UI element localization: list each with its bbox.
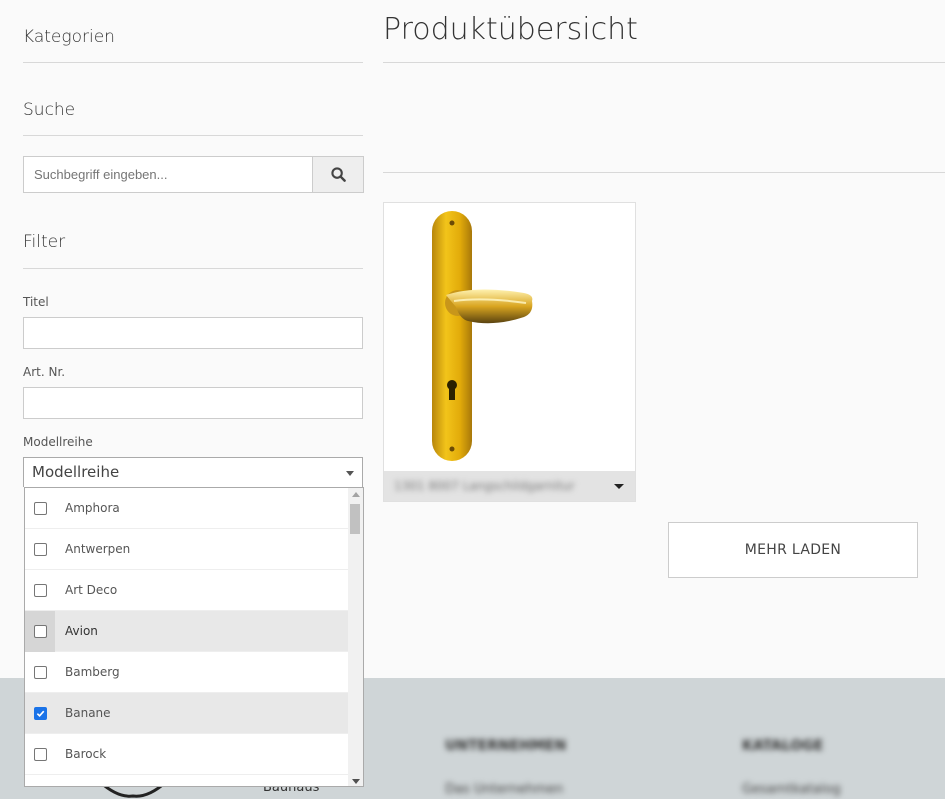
series-option[interactable]: Art Deco [25,570,349,611]
sidebar: Kategorien [23,0,363,63]
scroll-down-icon[interactable] [352,779,360,784]
series-checkbox[interactable] [33,542,47,556]
title-input[interactable] [23,317,363,349]
footer-heading-company: UNTERNEHMEN [445,738,567,754]
search-button[interactable] [313,156,364,193]
divider [23,268,363,269]
footer-link-company[interactable]: Das Unternehmen [445,782,563,797]
product-image [432,211,533,461]
footer-heading-catalogs: KATALOGE [742,738,824,754]
search-heading: Suche [23,100,76,120]
series-option[interactable]: Antwerpen [25,529,349,570]
artnr-input[interactable] [23,387,363,419]
scrollbar[interactable] [348,488,363,786]
artnr-label: Art. Nr. [23,365,66,379]
search-icon [330,167,346,182]
categories-heading[interactable]: Kategorien [23,0,363,63]
product-card[interactable]: 1301 8007 Langschildgarnitur [383,202,636,502]
checkbox-cell [25,610,55,652]
series-option[interactable]: Barock [25,734,349,775]
scroll-up-icon[interactable] [352,492,360,497]
checkbox-cell [25,488,55,529]
search-input[interactable] [23,156,313,193]
title-label: Titel [23,295,49,309]
series-checkbox[interactable] [33,706,47,720]
series-option[interactable]: Avion [25,610,349,652]
divider [383,62,945,63]
series-checkbox[interactable] [33,501,47,515]
caret-down-icon [346,471,354,476]
divider [383,172,945,173]
divider [23,135,363,136]
caret-down-icon[interactable] [614,484,624,489]
series-option-label: Antwerpen [65,542,131,556]
series-dropdown[interactable]: Amphora Antwerpen Art Deco Avion Bamberg Bana… [24,487,364,787]
series-option-label: Barock [65,747,107,761]
series-select-value: Modellreihe [32,463,120,481]
series-option-label: Banane [65,706,111,720]
series-option-label: Art Deco [65,583,118,597]
footer-link-catalogs[interactable]: Gesamtkatalog [742,782,841,797]
series-options-list: Amphora Antwerpen Art Deco Avion Bamberg Bana… [25,488,363,775]
scroll-thumb[interactable] [350,504,360,534]
load-more-button[interactable]: MEHR LADEN [668,522,918,578]
checkbox-cell [25,529,55,570]
checkbox-cell [25,570,55,611]
series-option[interactable]: Bamberg [25,652,349,693]
checkbox-cell [25,693,55,734]
series-checkbox[interactable] [33,624,47,638]
checkbox-cell [25,734,55,775]
series-option-label: Bamberg [65,665,120,679]
filter-heading: Filter [23,232,66,252]
series-label: Modellreihe [23,435,93,449]
series-option-label: Amphora [65,501,120,515]
series-checkbox[interactable] [33,665,47,679]
series-checkbox[interactable] [33,583,47,597]
series-option[interactable]: Banane [25,693,349,734]
series-select[interactable]: Modellreihe [23,457,363,487]
page-title: Produktübersicht [383,12,638,47]
product-title[interactable]: 1301 8007 Langschildgarnitur [394,479,575,493]
search-bar [23,156,364,193]
series-checkbox[interactable] [33,747,47,761]
series-option-label: Avion [65,624,98,638]
series-option[interactable]: Amphora [25,488,349,529]
product-card-footer[interactable]: 1301 8007 Langschildgarnitur [384,471,635,501]
checkbox-cell [25,652,55,693]
